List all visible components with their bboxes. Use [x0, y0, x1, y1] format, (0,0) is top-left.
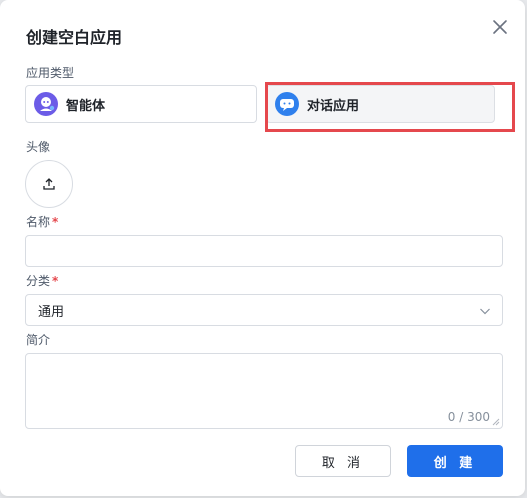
intro-textarea[interactable]: 0 / 300: [25, 353, 503, 429]
category-label-text: 分类: [26, 274, 51, 288]
name-label-text: 名称: [26, 215, 51, 229]
dialog-title: 创建空白应用: [26, 28, 123, 47]
app-type-option-agent[interactable]: 智能体: [25, 85, 257, 123]
category-selected-value: 通用: [38, 304, 65, 320]
required-mark: *: [52, 274, 59, 288]
agent-robot-icon: [34, 92, 58, 116]
create-app-dialog: 创建空白应用 应用类型 智能体 对话应用 头像 名称 * 分类 * 通用 简介 …: [0, 0, 525, 496]
app-type-option-chat[interactable]: 对话应用: [266, 85, 495, 123]
upload-icon: [43, 178, 55, 190]
create-button[interactable]: 创 建: [407, 445, 503, 477]
cancel-button[interactable]: 取 消: [295, 445, 391, 477]
close-icon[interactable]: [490, 17, 510, 37]
app-type-name-agent: 智能体: [66, 98, 106, 114]
name-label: 名称 *: [26, 213, 58, 230]
avatar-upload-button[interactable]: [25, 160, 73, 208]
app-type-name-chat: 对话应用: [307, 98, 360, 114]
name-input[interactable]: [25, 235, 503, 267]
intro-label: 简介: [26, 333, 51, 347]
category-label: 分类 *: [26, 272, 58, 289]
category-select[interactable]: 通用: [25, 294, 503, 326]
app-type-label: 应用类型: [26, 66, 75, 80]
avatar-label: 头像: [26, 140, 51, 154]
chat-bubble-icon: [275, 92, 299, 116]
char-counter: 0 / 300: [447, 410, 490, 424]
resize-handle-icon[interactable]: [492, 418, 500, 426]
chevron-down-icon: [479, 305, 491, 317]
required-mark: *: [52, 215, 59, 229]
